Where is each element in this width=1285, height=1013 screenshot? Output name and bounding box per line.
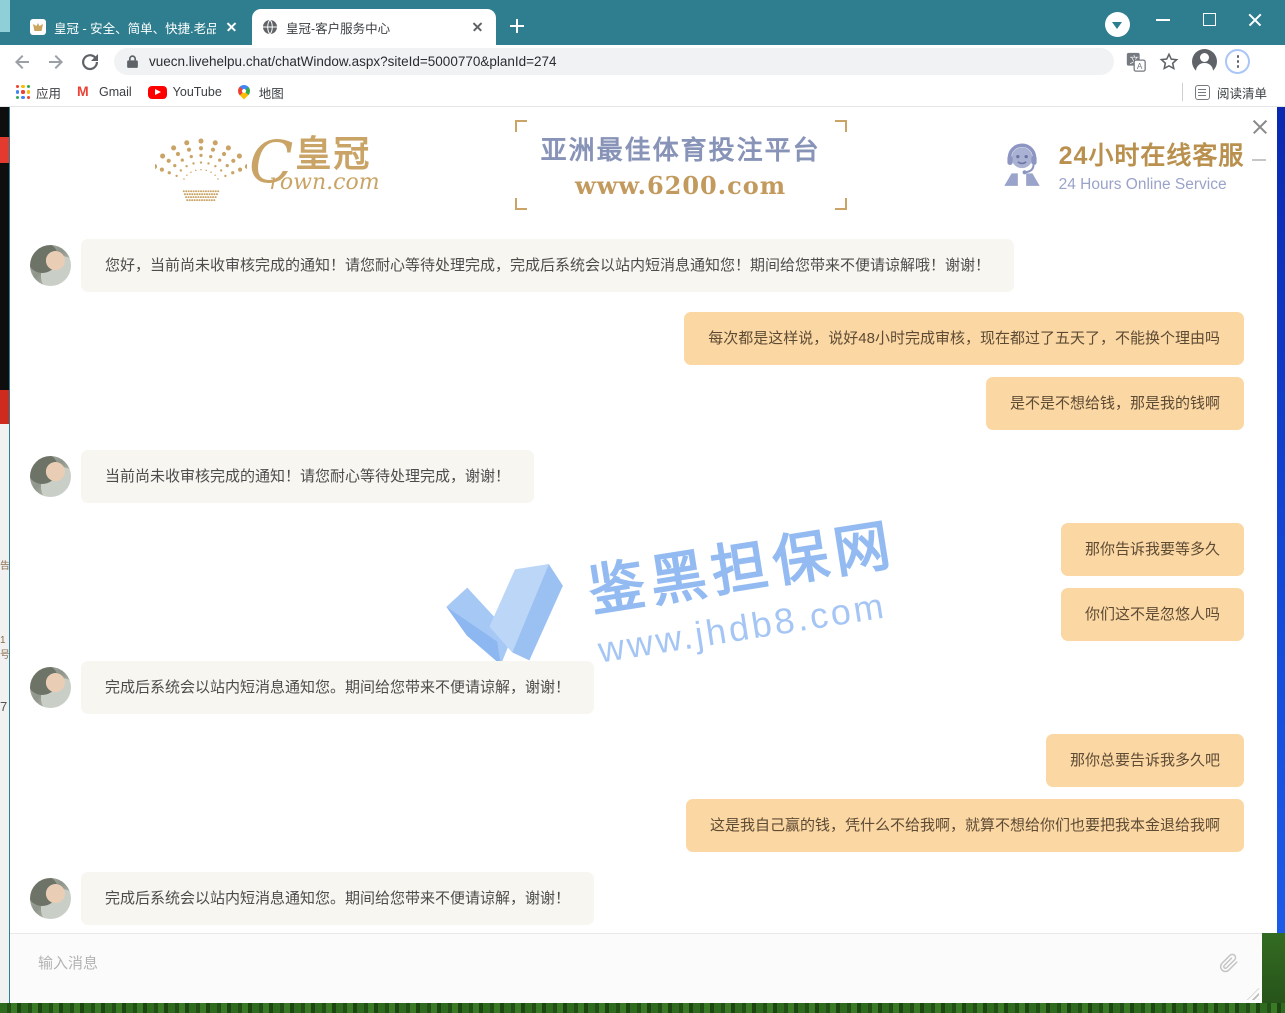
logo-chinese: 皇冠: [295, 136, 379, 172]
logo-domain: rown.com: [269, 170, 379, 195]
message-input[interactable]: [38, 948, 1138, 978]
desktop-wallpaper-strip: [0, 1003, 1285, 1013]
bookmark-label: 地图: [259, 83, 284, 102]
lock-icon: [126, 54, 139, 69]
apps-grid-icon: [16, 85, 30, 99]
tab-title: 皇冠 - 安全、简单、快捷.老品牌.: [54, 18, 216, 37]
reading-list-icon: [1195, 85, 1210, 100]
translate-icon[interactable]: 文 A: [1125, 51, 1147, 73]
reading-list-label[interactable]: 阅读清单: [1217, 83, 1267, 102]
agent-message-bubble: 完成后系统会以站内短消息通知您。期间给您带来不便请谅解，谢谢！: [81, 661, 594, 714]
window-maximize-button[interactable]: [1186, 0, 1232, 38]
chat-message-row: 当前尚未收审核完成的通知！请您耐心等待处理完成，谢谢！: [10, 450, 1277, 503]
forward-icon[interactable]: [44, 50, 68, 74]
svg-text:A: A: [1137, 61, 1143, 70]
chat-message-row: 每次都是这样说，说好48小时完成审核，现在都过了五天了，不能换个理由吗: [10, 312, 1277, 365]
bookmark-maps[interactable]: 地图: [238, 83, 284, 102]
agent-message-bubble: 完成后系统会以站内短消息通知您。期间给您带来不便请谅解，谢谢！: [81, 872, 594, 925]
new-tab-button[interactable]: [506, 15, 528, 37]
back-icon[interactable]: [10, 50, 34, 74]
corner-bracket: [835, 198, 847, 210]
bookmarks-bar: 应用 Gmail YouTube 地图 阅读清单: [0, 78, 1285, 107]
message-input-bar: [10, 933, 1262, 1003]
tab-crown-home[interactable]: 皇冠 - 安全、简单、快捷.老品牌.: [20, 9, 250, 45]
crown-favicon: [30, 19, 46, 35]
tab-customer-service[interactable]: 皇冠-客户服务中心: [252, 9, 496, 45]
browser-titlebar: 皇冠 - 安全、简单、快捷.老品牌. 皇冠-客户服务中心: [0, 0, 1285, 45]
resize-grip[interactable]: [1247, 988, 1259, 1000]
chat-message-row: 完成后系统会以站内短消息通知您。期间给您带来不便请谅解，谢谢！: [10, 661, 1277, 714]
headset-agent-icon: [997, 140, 1047, 190]
bookmark-label: Gmail: [99, 85, 132, 99]
chat-message-row: 完成后系统会以站内短消息通知您。期间给您带来不便请谅解，谢谢！: [10, 872, 1277, 925]
tab-search-icon[interactable]: [1105, 12, 1130, 37]
bookmark-apps[interactable]: 应用: [16, 83, 61, 102]
tab-close-icon[interactable]: [224, 19, 240, 35]
bookmark-youtube[interactable]: YouTube: [148, 85, 222, 99]
chat-message-row: 你们这不是忽悠人吗: [10, 588, 1277, 641]
background-window-fragment: 告 1号 7: [0, 107, 10, 1003]
agent-message-bubble: 您好，当前尚未收审核完成的通知！请您耐心等待处理完成，完成后系统会以站内短消息通…: [81, 239, 1014, 292]
tab-title: 皇冠-客户服务中心: [286, 18, 462, 37]
chat-message-row: 这是我自己赢的钱，凭什么不给我啊，就算不想给你们也要把我本金退给我啊: [10, 799, 1277, 852]
agent-message-bubble: 当前尚未收审核完成的通知！请您耐心等待处理完成，谢谢！: [81, 450, 534, 503]
red-badge-fragment: [0, 137, 10, 163]
service-24h: 24小时在线客服 24 Hours Online Service: [997, 136, 1245, 194]
user-message-bubble: 每次都是这样说，说好48小时完成审核，现在都过了五天了，不能换个理由吗: [684, 312, 1244, 365]
agent-avatar: [30, 878, 71, 919]
chat-window-page: C 皇冠 rown.com 亚洲最佳体育投注平台 www.6200.com: [0, 107, 1285, 1003]
desktop-wallpaper-fragment: [1262, 933, 1285, 1003]
chat-header: C 皇冠 rown.com 亚洲最佳体育投注平台 www.6200.com: [10, 115, 1277, 215]
slogan-banner: 亚洲最佳体育投注平台 www.6200.com: [515, 120, 847, 210]
crown-logo: C 皇冠 rown.com: [155, 124, 380, 206]
browser-menu-icon[interactable]: [1225, 49, 1250, 74]
attachment-paperclip-icon[interactable]: [1218, 952, 1240, 974]
bookmark-label: 应用: [36, 83, 61, 102]
service-title: 24小时在线客服: [1059, 136, 1245, 172]
window-close-button[interactable]: [1232, 0, 1278, 38]
edge-text-fragment: 1号: [0, 635, 10, 661]
bookmark-label: YouTube: [173, 85, 222, 99]
url-text: vuecn.livehelpu.chat/chatWindow.aspx?sit…: [149, 54, 557, 69]
chat-message-row: 那你总要告诉我多久吧: [10, 734, 1277, 787]
slogan-line1: 亚洲最佳体育投注平台: [541, 130, 821, 167]
corner-bracket: [515, 198, 527, 210]
agent-avatar: [30, 667, 71, 708]
user-message-bubble: 那你告诉我要等多久: [1061, 523, 1244, 576]
bookmark-star-icon[interactable]: [1158, 51, 1180, 73]
window-minimize-button[interactable]: [1140, 0, 1186, 38]
address-bar[interactable]: vuecn.livehelpu.chat/chatWindow.aspx?sit…: [114, 48, 1114, 75]
background-window-fragment: [0, 0, 10, 32]
edge-text-fragment: 7: [0, 699, 7, 714]
background-window-fragment: [1277, 107, 1285, 933]
user-message-bubble: 是不是不想给钱，那是我的钱啊: [986, 377, 1244, 430]
red-badge-fragment: [0, 390, 10, 424]
crown-dots-icon: [155, 124, 247, 206]
edge-text-fragment: 告: [0, 557, 10, 572]
browser-toolbar: vuecn.livehelpu.chat/chatWindow.aspx?sit…: [0, 45, 1285, 78]
tab-close-icon[interactable]: [470, 19, 486, 35]
reload-icon[interactable]: [78, 50, 102, 74]
separator: [1182, 83, 1183, 101]
globe-icon: [262, 19, 278, 35]
slogan-line2: www.6200.com: [541, 171, 821, 200]
user-message-bubble: 那你总要告诉我多久吧: [1046, 734, 1244, 787]
chat-message-row: 是不是不想给钱，那是我的钱啊: [10, 377, 1277, 430]
corner-bracket: [515, 120, 527, 132]
agent-avatar: [30, 456, 71, 497]
bookmark-gmail[interactable]: Gmail: [77, 85, 132, 99]
chat-message-row: 那你告诉我要等多久: [10, 523, 1277, 576]
corner-bracket: [835, 120, 847, 132]
maps-pin-icon: [235, 83, 252, 100]
youtube-icon: [148, 86, 167, 99]
chat-message-row: 您好，当前尚未收审核完成的通知！请您耐心等待处理完成，完成后系统会以站内短消息通…: [10, 239, 1277, 292]
message-list: 您好，当前尚未收审核完成的通知！请您耐心等待处理完成，完成后系统会以站内短消息通…: [10, 219, 1277, 925]
profile-avatar-icon[interactable]: [1192, 49, 1217, 74]
user-message-bubble: 你们这不是忽悠人吗: [1061, 588, 1244, 641]
agent-avatar: [30, 245, 71, 286]
user-message-bubble: 这是我自己赢的钱，凭什么不给我啊，就算不想给你们也要把我本金退给我啊: [686, 799, 1244, 852]
service-subtitle: 24 Hours Online Service: [1059, 176, 1245, 194]
gmail-icon: [77, 86, 93, 98]
